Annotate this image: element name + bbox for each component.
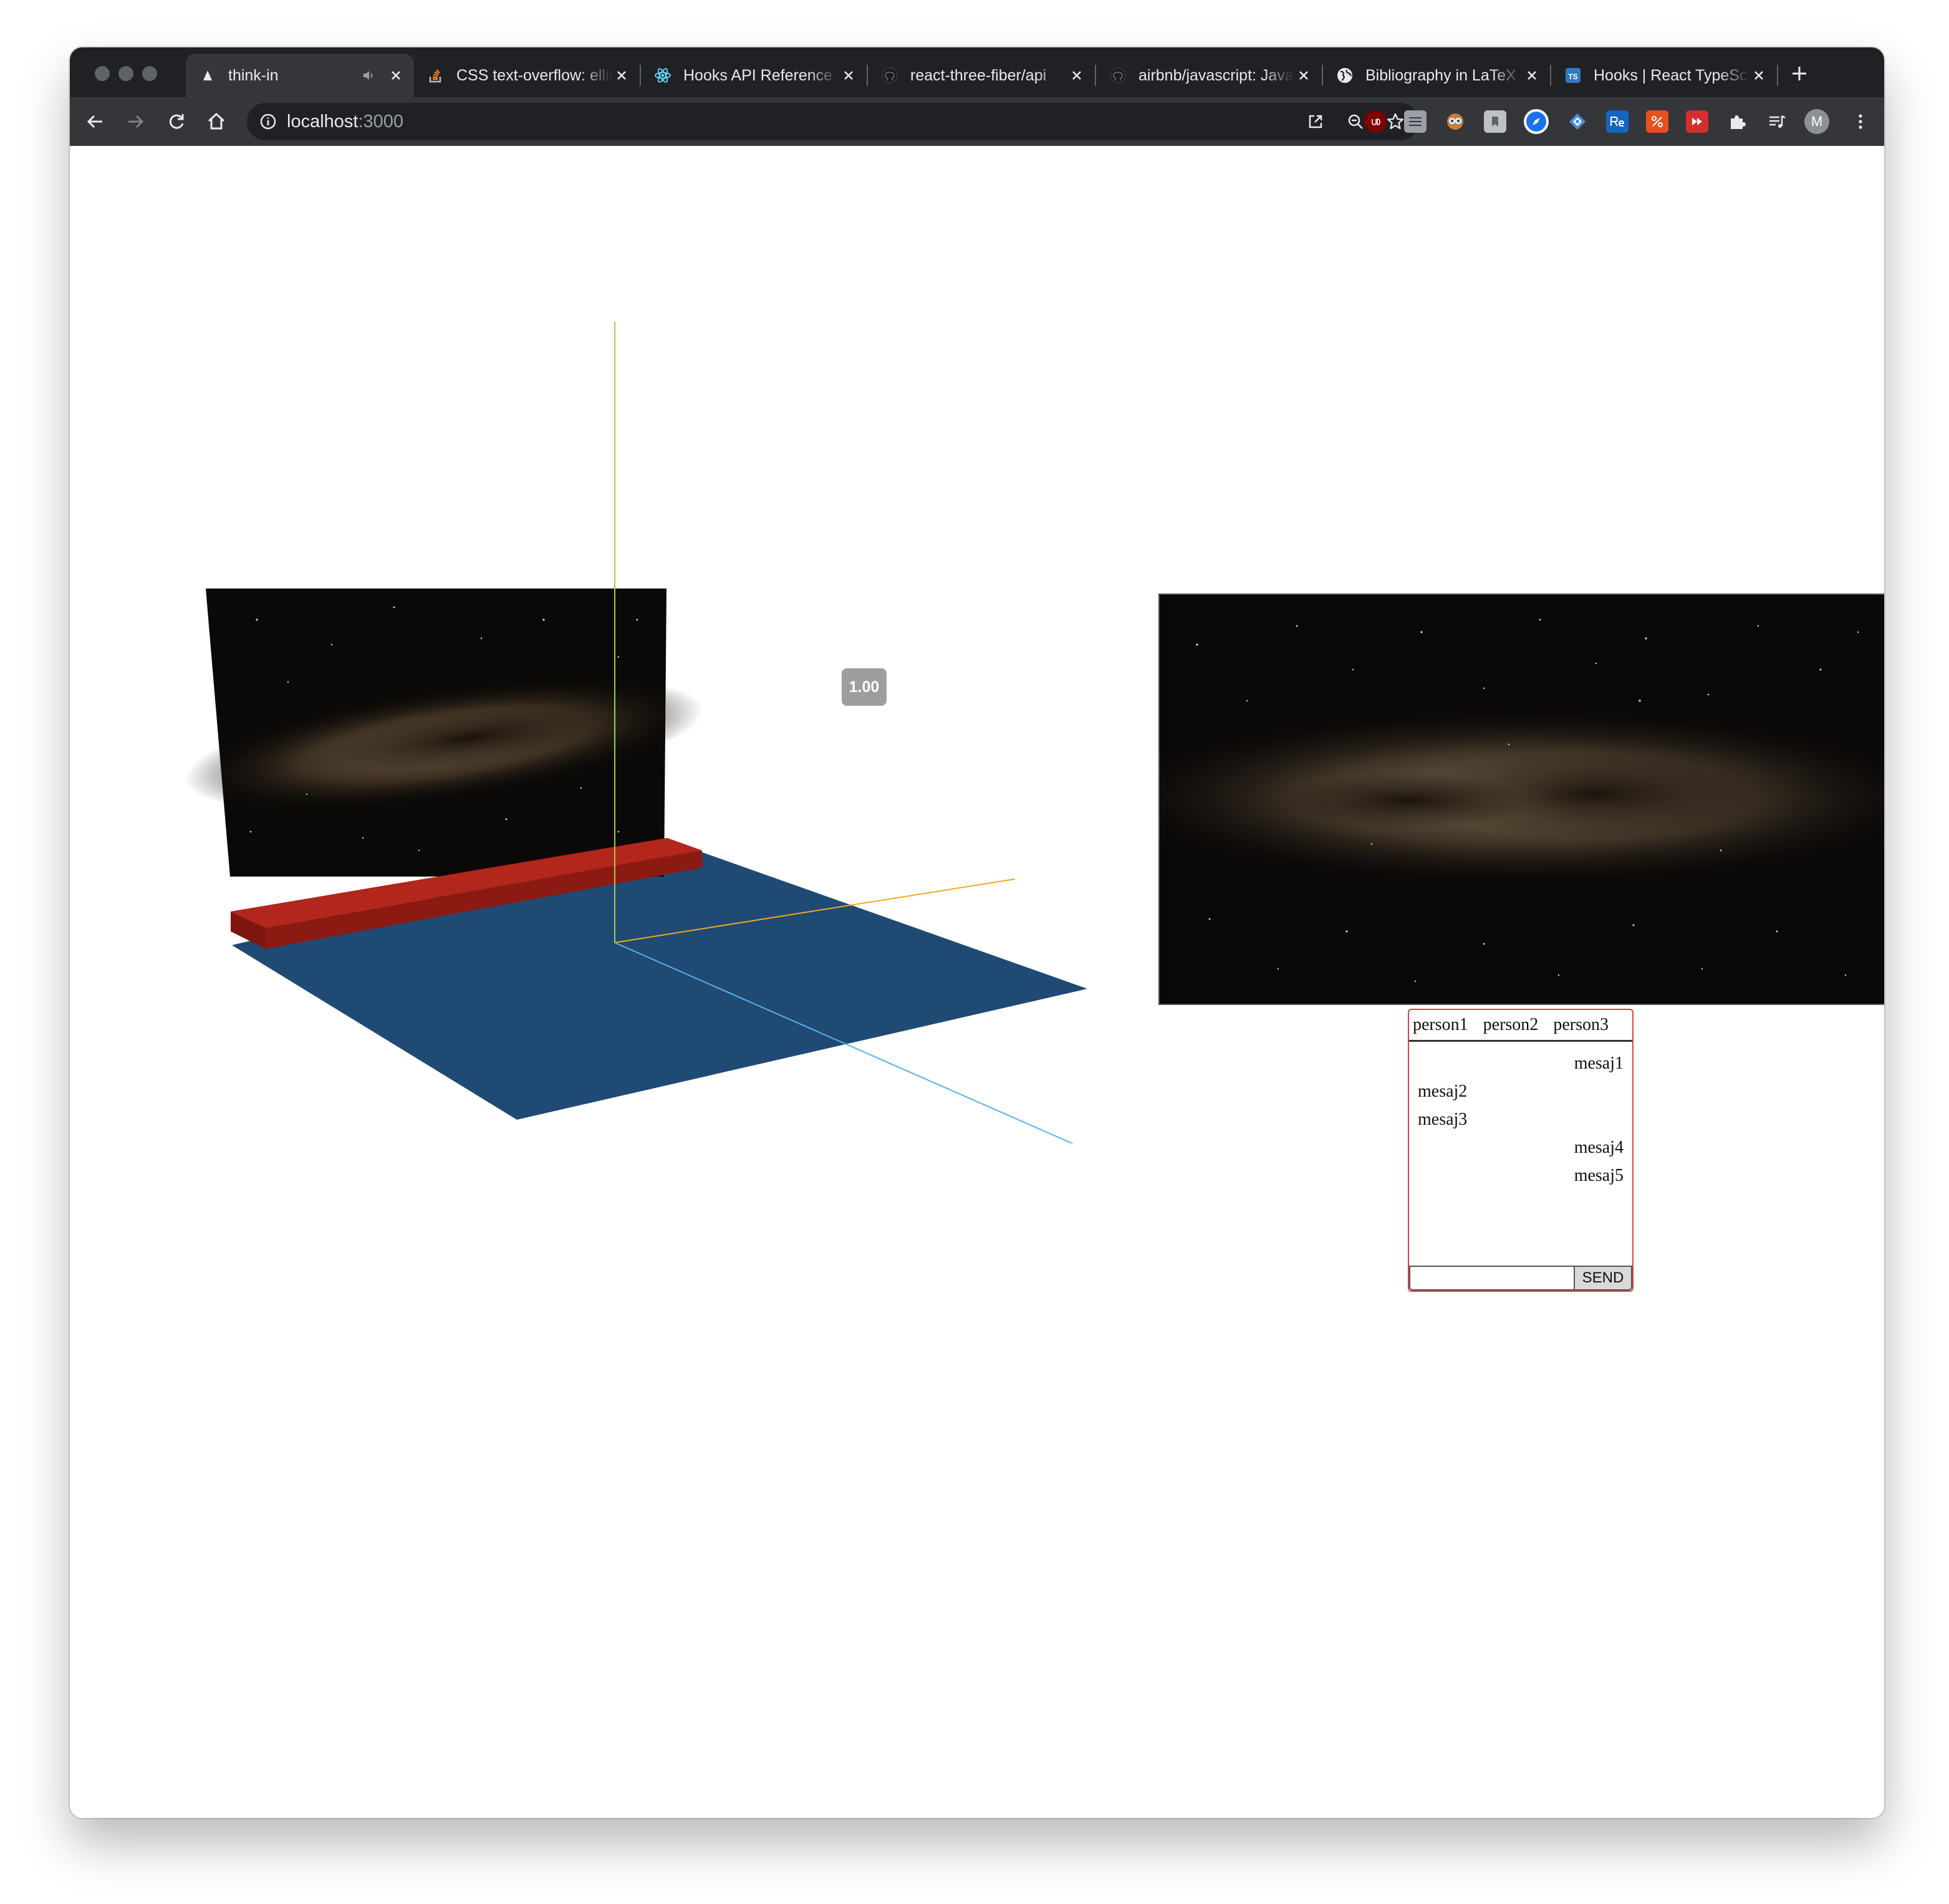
safari-compass-icon[interactable] [1524, 109, 1549, 134]
milky-way-image [1087, 595, 1884, 1004]
open-in-window-icon[interactable] [1304, 110, 1327, 133]
chat-message: mesaj4 [1574, 1138, 1624, 1157]
message-list: mesaj1 mesaj2 mesaj3 mesaj4 mesaj5 [1409, 1042, 1632, 1190]
galaxy-backdrop-wall [184, 589, 704, 877]
tab-react-three-fiber[interactable]: react-three-fiber/api [868, 54, 1095, 97]
tab-title: airbnb/javascript: JavaScript [1138, 66, 1294, 84]
tab-airbnb-javascript[interactable]: airbnb/javascript: JavaScript [1096, 54, 1322, 97]
re-extension-icon[interactable] [1606, 110, 1629, 133]
percent-extension-icon[interactable] [1646, 110, 1668, 133]
three-d-canvas[interactable] [70, 146, 1192, 1143]
tab-title: Hooks API Reference [683, 66, 833, 84]
galaxy-image [1087, 594, 1884, 1005]
back-arrow-icon[interactable] [82, 108, 108, 135]
ublock-icon[interactable] [1364, 110, 1387, 133]
close-tab-icon[interactable] [612, 66, 631, 85]
tab-title: CSS text-overflow: ellipsis [456, 66, 612, 84]
tab-title: react-three-fiber/api [910, 66, 1047, 84]
more-menu-icon[interactable] [1849, 110, 1872, 133]
svg-text:TS: TS [1568, 72, 1577, 81]
close-tab-icon[interactable] [1294, 66, 1313, 85]
speaker-icon[interactable] [359, 66, 378, 85]
chat-composer: SEND [1409, 1266, 1632, 1291]
reload-icon[interactable] [163, 108, 190, 135]
chat-message: mesaj3 [1418, 1110, 1468, 1129]
close-tab-icon[interactable] [387, 66, 405, 85]
tab-bibliography-latex[interactable]: Bibliography in LaTeX [1323, 54, 1550, 97]
globe-icon [1335, 66, 1354, 85]
home-icon[interactable] [203, 108, 229, 135]
minimize-window-button[interactable] [118, 66, 133, 81]
bookmark-star-icon[interactable] [1384, 110, 1407, 133]
participant-tab[interactable]: person2 [1483, 1015, 1539, 1035]
browser-window: think-in CSS text-overflow: ellipsis Hoo… [70, 47, 1884, 1818]
url-port: :3000 [358, 112, 404, 132]
forward-arrow-icon[interactable] [122, 108, 148, 135]
close-tab-icon[interactable] [1067, 66, 1086, 85]
floor-plane [232, 842, 1087, 1120]
participant-tab[interactable]: person1 [1413, 1015, 1468, 1035]
stackoverflow-icon [426, 66, 445, 85]
chat-message: mesaj5 [1574, 1166, 1624, 1185]
address-bar[interactable]: localhost:3000 [247, 103, 1419, 140]
triangle-icon [198, 66, 217, 85]
url-text: localhost:3000 [287, 112, 403, 132]
react-icon [653, 66, 672, 85]
css-extension-icon[interactable] [1404, 110, 1427, 133]
extensions-puzzle-icon[interactable] [1726, 110, 1748, 133]
page-content: 1.00 person1 person2 person3 mesaj1 mesa… [70, 146, 1884, 1818]
close-tab-icon[interactable] [839, 66, 858, 85]
tab-title: Hooks | React TypeScript [1594, 66, 1749, 84]
tab-hooks-react-typescript[interactable]: TS Hooks | React TypeScript [1551, 54, 1777, 97]
close-tab-icon[interactable] [1749, 66, 1768, 85]
zoom-level-badge: 1.00 [842, 668, 887, 706]
github-icon [1109, 66, 1127, 85]
zoom-magnifier-icon[interactable] [1344, 110, 1367, 133]
bookmark-extension-icon[interactable] [1484, 110, 1506, 133]
github-icon [880, 66, 899, 85]
chat-message: mesaj2 [1418, 1082, 1468, 1101]
site-info-icon[interactable] [257, 110, 279, 133]
diamond-extension-icon[interactable] [1566, 110, 1589, 133]
close-tab-icon[interactable] [1523, 66, 1541, 85]
typescript-icon: TS [1564, 66, 1582, 85]
tab-title: Bibliography in LaTeX [1365, 66, 1516, 84]
chat-participants: person1 person2 person3 [1409, 1010, 1632, 1042]
video-speed-icon[interactable] [1686, 110, 1708, 133]
tab-css-text-overflow[interactable]: CSS text-overflow: ellipsis [414, 54, 640, 97]
profile-avatar[interactable]: M [1804, 109, 1829, 134]
message-input[interactable] [1409, 1266, 1575, 1291]
chat-message: mesaj1 [1574, 1054, 1624, 1073]
tab-hooks-api[interactable]: Hooks API Reference [641, 54, 867, 97]
tab-separator [1777, 65, 1778, 86]
url-host: localhost [287, 112, 359, 132]
browser-toolbar: localhost:3000 M [70, 97, 1884, 146]
tab-think-in[interactable]: think-in [186, 54, 414, 97]
tab-title: think-in [228, 66, 279, 84]
owl-extension-icon[interactable] [1444, 110, 1466, 133]
chat-widget: person1 person2 person3 mesaj1 mesaj2 me… [1408, 1009, 1634, 1292]
tab-strip: think-in CSS text-overflow: ellipsis Hoo… [70, 47, 1884, 97]
new-tab-plus-icon[interactable] [1788, 62, 1811, 85]
zoom-window-button[interactable] [142, 66, 157, 81]
participant-tab[interactable]: person3 [1553, 1015, 1609, 1035]
reading-list-icon[interactable] [1766, 110, 1788, 133]
profile-initial: M [1811, 113, 1823, 129]
close-window-button[interactable] [95, 66, 110, 81]
send-button[interactable]: SEND [1575, 1266, 1632, 1291]
